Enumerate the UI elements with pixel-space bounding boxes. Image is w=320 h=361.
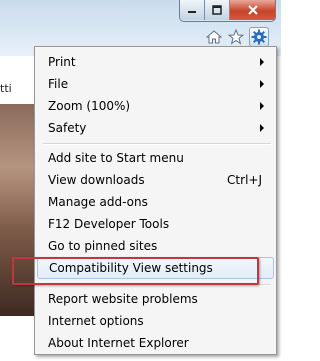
minimize-button[interactable] — [180, 0, 205, 20]
menu-separator — [43, 143, 271, 145]
command-toolbar — [205, 27, 269, 47]
window-controls — [179, 0, 276, 22]
highlight-annotation-box — [12, 257, 259, 285]
tools-menu: Print File Zoom (100%) Safety Add site t… — [34, 46, 277, 355]
menu-item-print[interactable]: Print — [37, 51, 274, 73]
menu-item-about-internet-explorer[interactable]: About Internet Explorer — [37, 332, 274, 354]
gear-icon — [251, 29, 267, 45]
shortcut-text: Ctrl+J — [227, 173, 262, 187]
close-icon — [247, 5, 258, 15]
maximize-button[interactable] — [205, 0, 230, 20]
menu-item-f12-developer-tools[interactable]: F12 Developer Tools — [37, 213, 274, 235]
star-icon — [228, 29, 244, 45]
menu-item-view-downloads[interactable]: View downloads Ctrl+J — [37, 169, 274, 191]
maximize-icon — [212, 5, 222, 15]
submenu-arrow-icon — [260, 58, 264, 66]
menu-item-manage-add-ons[interactable]: Manage add-ons — [37, 191, 274, 213]
submenu-arrow-icon — [260, 80, 264, 88]
menu-item-zoom[interactable]: Zoom (100%) — [37, 95, 274, 117]
minimize-icon — [188, 11, 196, 13]
home-button[interactable] — [205, 28, 223, 46]
menu-item-go-to-pinned-sites[interactable]: Go to pinned sites — [37, 235, 274, 257]
page-partial-text: tti — [0, 82, 12, 95]
submenu-arrow-icon — [260, 102, 264, 110]
close-button[interactable] — [230, 0, 275, 20]
home-icon — [206, 30, 222, 44]
menu-item-add-site-to-start-menu[interactable]: Add site to Start menu — [37, 147, 274, 169]
menu-item-internet-options[interactable]: Internet options — [37, 310, 274, 332]
menu-item-file[interactable]: File — [37, 73, 274, 95]
tools-button[interactable] — [249, 27, 269, 47]
submenu-arrow-icon — [260, 124, 264, 132]
menu-item-safety[interactable]: Safety — [37, 117, 274, 139]
menu-item-report-website-problems[interactable]: Report website problems — [37, 288, 274, 310]
favorites-button[interactable] — [227, 28, 245, 46]
